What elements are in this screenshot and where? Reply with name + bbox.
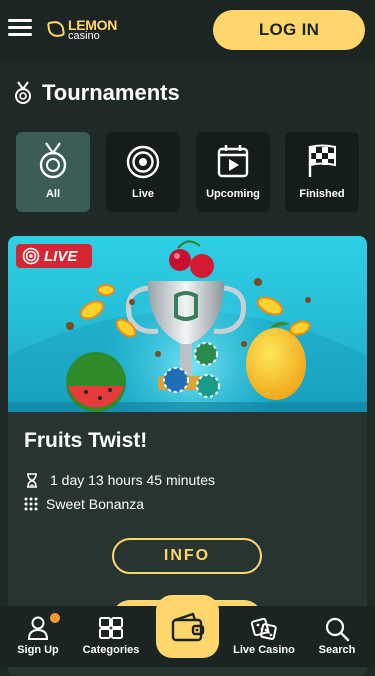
nav-categories[interactable]: Categories	[80, 606, 142, 667]
game-row: Sweet Bonanza	[24, 494, 144, 514]
filter-finished[interactable]: Finished	[285, 132, 359, 212]
menu-icon[interactable]	[8, 19, 32, 37]
page-header: Tournaments	[12, 78, 180, 108]
live-badge: LIVE	[16, 244, 92, 268]
filter-live[interactable]: Live	[106, 132, 180, 212]
nav-label: Live Casino	[233, 644, 295, 656]
nav-label: Categories	[82, 644, 140, 656]
logo[interactable]: LEMON casino	[46, 17, 118, 43]
time-left-text: 1 day 13 hours 45 minutes	[50, 472, 215, 488]
hourglass-icon	[27, 472, 37, 488]
page-title: Tournaments	[42, 80, 180, 105]
filter-label: Finished	[299, 188, 345, 200]
search-icon	[325, 617, 350, 642]
notification-dot	[50, 613, 60, 623]
lemon-logo-icon	[46, 19, 66, 39]
header: LEMON casino LOG IN	[0, 0, 375, 60]
logo-subtext: casino	[68, 30, 100, 42]
checkered-flag-icon	[308, 144, 336, 177]
tournament-filters: All Live Upcoming Finished	[16, 132, 359, 212]
live-target-icon	[22, 247, 40, 265]
info-button[interactable]: INFO	[112, 538, 262, 574]
nav-label: Search	[318, 644, 356, 656]
wallet-icon	[171, 612, 204, 641]
live-badge-label: LIVE	[44, 247, 78, 265]
nav-search[interactable]: Search	[312, 606, 362, 667]
nav-live-casino[interactable]: Live Casino	[232, 606, 296, 667]
nav-label: Sign Up	[17, 644, 59, 656]
medal-icon	[15, 81, 31, 104]
medal-icon	[39, 142, 67, 179]
game-name[interactable]: Sweet Bonanza	[46, 496, 144, 512]
user-icon	[27, 616, 49, 640]
dice-icon	[250, 617, 277, 640]
filter-all[interactable]: All	[16, 132, 90, 212]
filter-label: All	[45, 188, 61, 200]
slot-grid-icon	[24, 497, 38, 511]
calendar-play-icon	[217, 145, 249, 178]
nav-sign-up[interactable]: Sign Up	[8, 606, 68, 667]
filter-label: Live	[131, 188, 154, 200]
filter-upcoming[interactable]: Upcoming	[196, 132, 270, 212]
wallet-button[interactable]	[156, 595, 219, 658]
filter-label: Upcoming	[206, 188, 260, 200]
target-icon	[126, 145, 160, 179]
time-left-row: 1 day 13 hours 45 minutes	[24, 470, 215, 490]
login-button[interactable]: LOG IN	[213, 10, 365, 50]
tournament-name: Fruits Twist!	[24, 429, 148, 452]
grid-icon	[99, 617, 123, 639]
